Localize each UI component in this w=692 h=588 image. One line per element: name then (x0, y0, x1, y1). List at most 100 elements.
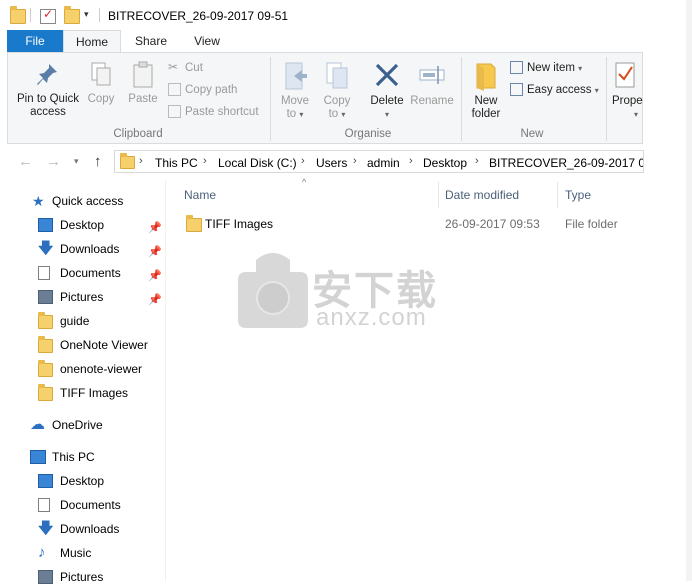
paste-shortcut-label: Paste shortcut (185, 106, 259, 118)
pane-divider (165, 180, 166, 581)
pin-icon[interactable]: 📌 (148, 293, 162, 306)
tab-share[interactable]: Share (124, 30, 178, 52)
copy-icon (91, 62, 111, 86)
move-to-icon (285, 62, 307, 90)
clipboard-group-label: Clipboard (113, 128, 163, 140)
chevron-right-icon[interactable]: › (139, 155, 143, 167)
column-header-date-modified[interactable]: Date modified (445, 188, 519, 202)
copy-path-button[interactable]: Copy path (168, 81, 237, 99)
tab-file[interactable]: File (7, 30, 63, 52)
window-title: BITRECOVER_26-09-2017 09-51 (108, 9, 289, 23)
paste-label: Paste (128, 93, 158, 105)
chevron-right-icon[interactable]: › (353, 155, 357, 167)
properties-quick-icon[interactable]: ✓ (40, 7, 56, 24)
copy-to-label: Copy (323, 95, 351, 107)
computer-icon (30, 450, 46, 464)
divider (99, 8, 100, 22)
pin-icon[interactable]: 📌 (148, 269, 162, 282)
address-bar[interactable]: › This PC › Local Disk (C:) › Users › ad… (114, 150, 644, 173)
document-icon (38, 266, 50, 280)
new-item-icon (510, 61, 523, 75)
column-header-name[interactable]: Name (184, 188, 216, 202)
cut-button[interactable]: ✂ Cut (168, 59, 203, 77)
forward-arrow-icon[interactable]: → (46, 153, 61, 170)
folder-icon (38, 336, 53, 353)
watermark-logo (238, 250, 308, 328)
easy-access-icon (510, 83, 523, 97)
file-type: File folder (565, 217, 618, 231)
column-header-type[interactable]: Type (565, 188, 591, 202)
breadcrumb-bitrecover[interactable]: BITRECOVER_26-09-2017 09-5 (489, 156, 643, 170)
recent-locations-icon[interactable]: ▾ (74, 156, 79, 167)
tab-view[interactable]: View (182, 30, 232, 52)
pin-icon[interactable]: 📌 (148, 221, 162, 234)
shield-icon (238, 253, 308, 328)
window-edge (686, 0, 692, 581)
pictures-icon (38, 570, 53, 584)
chevron-right-icon[interactable]: › (475, 155, 479, 167)
chevron-right-icon[interactable]: › (409, 155, 413, 167)
delete-button[interactable]: Delete ▾ (368, 61, 406, 121)
divider (30, 8, 31, 22)
new-item-button[interactable]: New item ▾ (510, 59, 582, 77)
breadcrumb-admin[interactable]: admin (367, 156, 400, 170)
desktop-icon (38, 474, 53, 488)
breadcrumb-desktop[interactable]: Desktop (423, 156, 467, 170)
copy-button[interactable]: Copy (86, 61, 116, 106)
paste-shortcut-icon (168, 105, 181, 119)
move-to-button[interactable]: Move to ▾ (278, 61, 312, 121)
chevron-right-icon[interactable]: › (301, 155, 305, 167)
column-separator[interactable] (557, 182, 558, 208)
pin-icon (37, 64, 57, 85)
cut-label: Cut (185, 62, 203, 74)
copy-to-button[interactable]: Copy to ▾ (320, 61, 354, 121)
new-folder-icon (476, 63, 496, 91)
easy-access-label: Easy access (527, 84, 592, 96)
music-icon: ♪ (38, 544, 46, 561)
breadcrumb-local-disk[interactable]: Local Disk (C:) (218, 156, 297, 170)
properties-label: Prope (612, 95, 643, 107)
delete-dropdown-icon[interactable]: ▾ (368, 108, 406, 121)
folder-icon (38, 360, 53, 377)
sort-arrow-icon: ^ (302, 177, 307, 187)
properties-dropdown-icon[interactable]: ▾ (612, 108, 644, 121)
folder-icon (10, 6, 26, 24)
properties-button[interactable]: Prope ▾ (612, 61, 644, 121)
breadcrumb-users[interactable]: Users (316, 156, 347, 170)
easy-access-button[interactable]: Easy access ▾ (510, 81, 599, 99)
pin-label-2: access (30, 106, 66, 118)
file-row[interactable]: TIFF Images 26-09-2017 09:53 File folder (176, 210, 646, 236)
breadcrumb-this-pc[interactable]: This PC (155, 156, 198, 170)
tab-home[interactable]: Home (63, 30, 121, 52)
folder-icon (38, 384, 53, 401)
file-date: 26-09-2017 09:53 (445, 217, 540, 231)
customize-quick-access-icon[interactable]: ▾ (84, 9, 89, 20)
new-folder-quick-icon[interactable] (64, 6, 80, 24)
delete-label: Delete (370, 95, 404, 107)
rename-button[interactable]: Rename (410, 61, 454, 108)
pictures-icon (38, 290, 53, 304)
pin-icon[interactable]: 📌 (148, 245, 162, 258)
paste-shortcut-button[interactable]: Paste shortcut (168, 103, 259, 121)
back-arrow-icon[interactable]: ← (18, 153, 33, 170)
new-item-label: New item (527, 62, 575, 74)
chevron-right-icon[interactable]: › (203, 155, 207, 167)
new-folder-button[interactable]: New folder (466, 61, 506, 121)
ribbon-tabs: File Home Share View (0, 30, 692, 52)
column-separator[interactable] (438, 182, 439, 208)
ribbon: Pin to Quick access Copy Paste ✂ Cut Copy… (7, 52, 643, 144)
pin-to-quick-access-button[interactable]: Pin to Quick access (12, 61, 84, 119)
folder-icon (186, 215, 202, 232)
download-icon: 🡇 (38, 520, 54, 537)
move-label-2: to ▾ (286, 108, 304, 120)
folder-icon (120, 153, 135, 169)
divider (606, 57, 607, 141)
scissors-icon: ✂ (168, 60, 179, 75)
paste-button[interactable]: Paste (126, 61, 160, 106)
star-icon: ★ (32, 193, 45, 209)
delete-icon (375, 63, 399, 87)
move-label: Move (280, 95, 310, 107)
up-arrow-icon[interactable]: ↑ (94, 153, 102, 170)
copy-to-label-2: to ▾ (328, 108, 346, 120)
rename-icon (419, 66, 445, 84)
